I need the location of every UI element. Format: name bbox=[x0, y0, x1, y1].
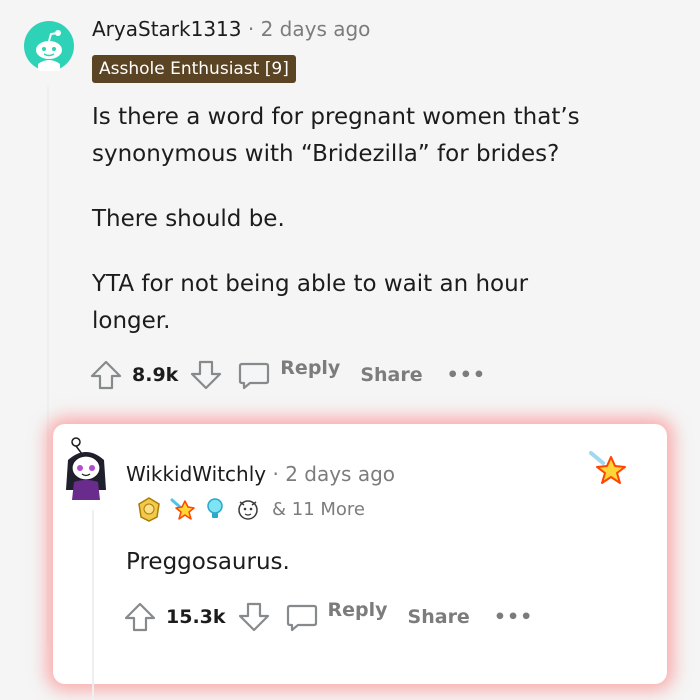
reply-label: Reply bbox=[327, 599, 388, 621]
thread-line[interactable] bbox=[92, 510, 94, 700]
highlighted-reply: WikkidWitchly · 2 days ago & 11 More Pre… bbox=[53, 424, 667, 700]
comment-action-bar: 8.9k Reply Share ••• bbox=[88, 357, 486, 393]
comment-header: WikkidWitchly · 2 days ago bbox=[126, 462, 395, 486]
downvote-icon[interactable] bbox=[188, 357, 224, 393]
comment-paragraph: Preggosaurus. bbox=[126, 549, 290, 575]
reply-label: Reply bbox=[280, 357, 341, 379]
timestamp[interactable]: 2 days ago bbox=[261, 17, 371, 41]
comment-paragraph: There should be. bbox=[92, 206, 285, 232]
lightbulb-award-icon[interactable] bbox=[204, 496, 226, 522]
vote-score: 15.3k bbox=[166, 606, 226, 628]
user-avatar[interactable] bbox=[24, 21, 74, 71]
username[interactable]: WikkidWitchly bbox=[126, 462, 266, 486]
star-award-icon[interactable] bbox=[587, 449, 627, 489]
upvote-icon[interactable] bbox=[88, 357, 124, 393]
comment-paragraph: YTA for not being able to wait an hour l… bbox=[92, 271, 529, 334]
downvote-icon[interactable] bbox=[236, 599, 272, 635]
squishy-award-icon[interactable] bbox=[234, 496, 262, 522]
more-options-button[interactable]: ••• bbox=[494, 606, 533, 628]
user-flair: Asshole Enthusiast [9] bbox=[92, 55, 296, 83]
share-button[interactable]: Share bbox=[408, 606, 470, 628]
thread-line[interactable] bbox=[47, 86, 49, 646]
comment-icon bbox=[284, 599, 320, 635]
gold-medal-award-icon[interactable] bbox=[136, 496, 162, 522]
separator-dot: · bbox=[272, 462, 279, 486]
more-options-button[interactable]: ••• bbox=[447, 364, 486, 386]
timestamp[interactable]: 2 days ago bbox=[285, 462, 395, 486]
comment-icon bbox=[236, 357, 272, 393]
more-awards-label[interactable]: & 11 More bbox=[272, 499, 365, 520]
reply-button[interactable]: Reply bbox=[284, 599, 388, 635]
user-avatar[interactable] bbox=[58, 432, 114, 502]
upvote-icon[interactable] bbox=[122, 599, 158, 635]
reply-button[interactable]: Reply bbox=[236, 357, 340, 393]
comment-header: AryaStark1313 · 2 days ago bbox=[92, 17, 370, 41]
comment-action-bar: 15.3k Reply Share ••• bbox=[122, 599, 533, 635]
awards-row: & 11 More bbox=[136, 496, 365, 522]
comment-paragraph: Is there a word for pregnant women that’… bbox=[92, 104, 580, 167]
username[interactable]: AryaStark1313 bbox=[92, 17, 242, 41]
starstruck-award-icon[interactable] bbox=[170, 496, 196, 522]
separator-dot: · bbox=[247, 17, 255, 41]
share-button[interactable]: Share bbox=[360, 364, 422, 386]
vote-score: 8.9k bbox=[132, 364, 179, 386]
